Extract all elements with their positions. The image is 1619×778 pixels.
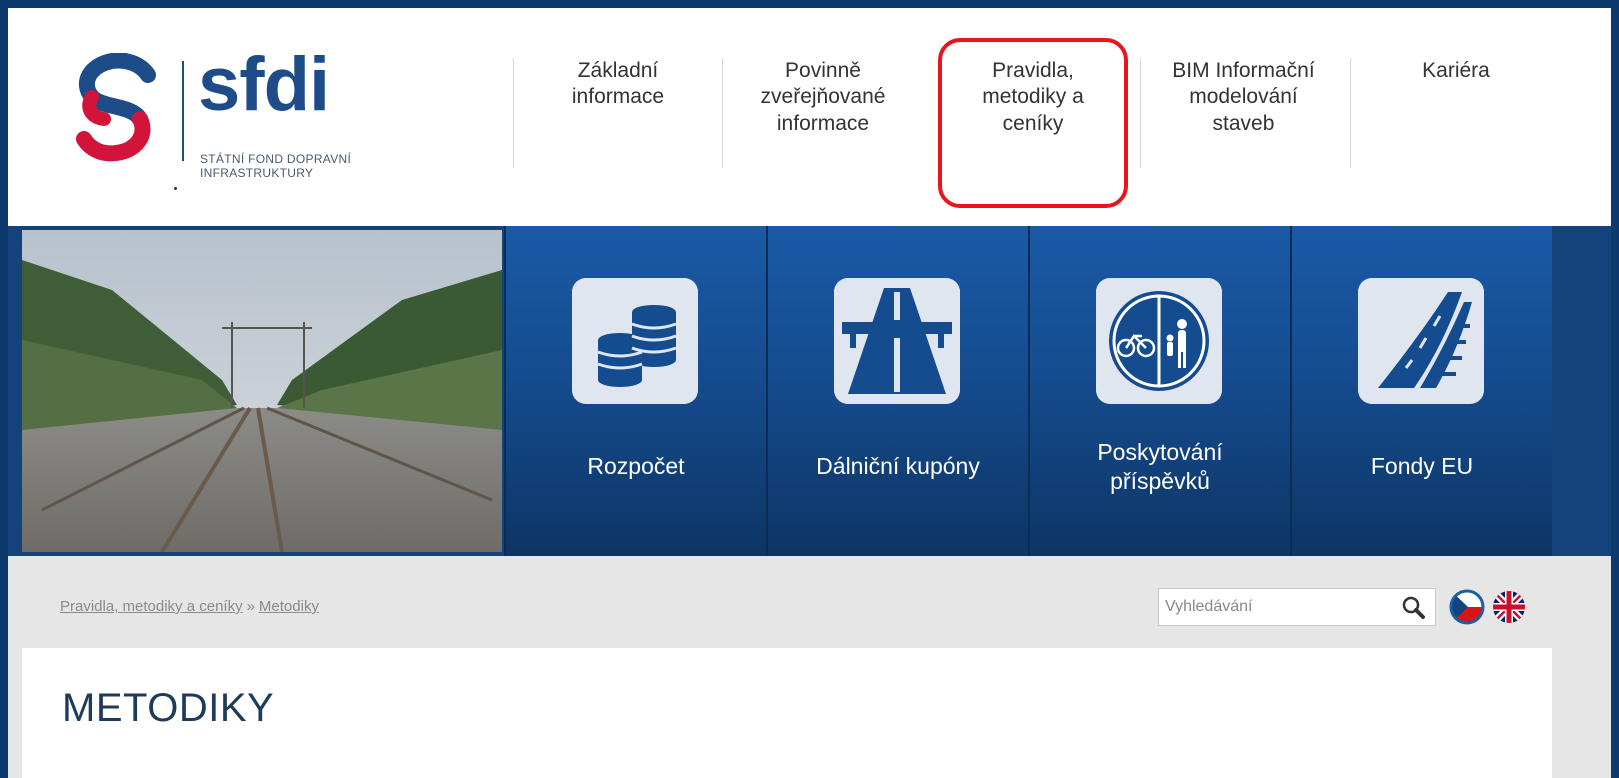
logo-dot bbox=[174, 187, 177, 190]
nav-separator bbox=[513, 58, 514, 168]
tile-label-line: Poskytování bbox=[1097, 439, 1223, 465]
search-icon[interactable] bbox=[1399, 593, 1429, 623]
nav-item-povinne-zverejnovane-informace[interactable]: Povinně zveřejňované informace bbox=[723, 48, 923, 188]
search-box bbox=[1158, 588, 1436, 626]
search-input[interactable] bbox=[1165, 595, 1395, 619]
hero-banner: Rozpočet Dálniční kupóny Poskytování pří… bbox=[8, 226, 1611, 556]
tile-label-line: příspěvků bbox=[1110, 467, 1210, 494]
main-content: METODIKY bbox=[22, 648, 1552, 778]
logo-subtitle-line2: INFRASTRUKTURY bbox=[200, 165, 314, 180]
tile-rozpocet[interactable]: Rozpočet bbox=[504, 226, 766, 556]
breadcrumb-link-pravidla[interactable]: Pravidla, metodiky a ceníky bbox=[60, 598, 243, 615]
breadcrumb-separator: » bbox=[246, 598, 255, 615]
page-title: METODIKY bbox=[62, 686, 275, 730]
logo-subtitle: STÁTNÍ FOND DOPRAVNÍ INFRASTRUKTURY bbox=[200, 152, 352, 181]
uk-flag-icon[interactable] bbox=[1490, 588, 1528, 626]
nav-label-line: staveb bbox=[1212, 111, 1275, 135]
nav-label-line: informace bbox=[776, 111, 870, 135]
browser-viewport: sfdi STÁTNÍ FOND DOPRAVNÍ INFRASTRUKTURY… bbox=[8, 8, 1611, 778]
tile-label-rozpocet: Rozpočet bbox=[587, 453, 685, 479]
nav-item-kariera[interactable]: Kariéra bbox=[1351, 48, 1561, 188]
tile-label-dalnicni-kupony: Dálniční kupóny bbox=[816, 453, 980, 479]
nav-label-line: Kariéra bbox=[1422, 59, 1490, 82]
nav-label-line: modelování bbox=[1189, 85, 1298, 109]
logo-divider bbox=[182, 61, 184, 161]
tile-poskytovani-prispevku[interactable]: Poskytování příspěvků bbox=[1028, 226, 1290, 556]
tile-fondy-eu[interactable]: Fondy EU bbox=[1290, 226, 1552, 556]
site-header: sfdi STÁTNÍ FOND DOPRAVNÍ INFRASTRUKTURY… bbox=[8, 8, 1611, 226]
tile-dalnicni-kupony[interactable]: Dálniční kupóny bbox=[766, 226, 1028, 556]
logo-wordmark: sfdi bbox=[198, 42, 330, 127]
nav-label-line: Základní bbox=[577, 59, 659, 82]
sfdi-logo[interactable]: sfdi STÁTNÍ FOND DOPRAVNÍ INFRASTRUKTURY bbox=[70, 47, 470, 203]
nav-highlight-box bbox=[938, 38, 1128, 208]
highway-icon bbox=[834, 278, 960, 404]
nav-label-line: zveřejňované bbox=[760, 85, 886, 109]
breadcrumb: Pravidla, metodiky a ceníky» Metodiky bbox=[60, 598, 319, 615]
czech-flag-icon[interactable] bbox=[1448, 588, 1486, 626]
bike-pedestrian-sign-icon bbox=[1096, 278, 1222, 404]
nav-label-line: informace bbox=[571, 85, 665, 109]
tile-label-fondy-eu: Fondy EU bbox=[1370, 453, 1474, 479]
logo-subtitle-line1: STÁTNÍ FOND DOPRAVNÍ bbox=[200, 152, 352, 166]
nav-label-line: BIM Informační bbox=[1172, 59, 1315, 82]
sfdi-logo-mark-icon bbox=[76, 53, 156, 162]
tile-label-poskytovani-prispevku: Poskytování příspěvků bbox=[1030, 438, 1290, 496]
nav-label-line: Povinně bbox=[785, 59, 861, 82]
railway-photo bbox=[22, 230, 502, 552]
coins-icon bbox=[572, 278, 698, 404]
breadcrumb-link-metodiky[interactable]: Metodiky bbox=[259, 598, 319, 615]
breadcrumb-bar: Pravidla, metodiky a ceníky» Metodiky bbox=[8, 556, 1611, 648]
nav-item-bim-informacni-modelovani-staveb[interactable]: BIM Informační modelování staveb bbox=[1141, 48, 1346, 188]
nav-item-zakladni-informace[interactable]: Základní informace bbox=[518, 48, 718, 188]
road-rail-icon bbox=[1358, 278, 1484, 404]
